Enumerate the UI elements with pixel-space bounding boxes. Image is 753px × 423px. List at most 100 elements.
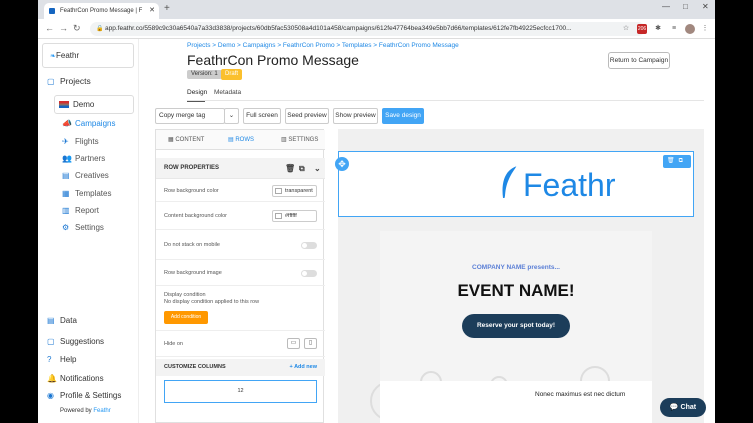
header-divider xyxy=(187,100,704,101)
minimize-icon[interactable]: — xyxy=(662,2,670,11)
merge-tag-select[interactable]: Copy merge tag xyxy=(155,108,225,124)
bookmark-star-icon[interactable]: ☆ xyxy=(621,24,631,34)
status-badge: Draft xyxy=(221,69,243,80)
panel-tabs: ▦ CONTENT ▤ ROWS ▥ SETTINGS xyxy=(156,130,325,150)
feather-icon xyxy=(502,165,518,199)
close-window-icon[interactable]: ✕ xyxy=(702,2,709,11)
tab-rows[interactable]: ▤ ROWS xyxy=(228,130,254,150)
chevron-down-icon[interactable]: ⌄ xyxy=(224,108,239,124)
sidebar-item-creatives[interactable]: ▤ Creatives xyxy=(62,171,109,180)
color-swatch[interactable] xyxy=(275,213,282,219)
no-stack-row: Do not stack on mobile xyxy=(156,230,325,260)
sidebar-item-partners[interactable]: 👥 Partners xyxy=(62,154,105,163)
company-line[interactable]: COMPANY NAME presents... xyxy=(380,264,652,271)
row-bg-image-toggle[interactable] xyxy=(301,270,317,277)
chat-button[interactable]: 💬 Chat xyxy=(660,398,706,417)
address-bar-row: ← → ↻ 🔒 app.feathr.co/5589c9c30a6540a7a3… xyxy=(38,19,715,39)
tab-content[interactable]: ▦ CONTENT xyxy=(168,130,204,150)
sidebar-item-label: Suggestions xyxy=(60,337,105,346)
sidebar-item-report[interactable]: ▥ Report xyxy=(62,206,99,215)
project-selector[interactable]: Demo xyxy=(54,95,134,114)
email-logo-text: Feathr xyxy=(523,167,616,203)
customize-columns-title: CUSTOMIZE COLUMNS xyxy=(164,364,226,370)
sidebar-item-label: Settings xyxy=(75,223,104,232)
save-design-button[interactable]: Save design xyxy=(382,108,424,124)
browser-tab-title: FeathrCon Promo Message | F xyxy=(60,8,143,14)
sidebar-item-data[interactable]: ▤ Data xyxy=(47,316,77,325)
tab-label: ROWS xyxy=(235,137,255,143)
sidebar-item-templates[interactable]: ▦ Templates xyxy=(62,189,111,198)
event-name[interactable]: EVENT NAME! xyxy=(380,281,652,301)
report-icon: ▥ xyxy=(62,206,70,215)
email-body: COMPANY NAME presents... EVENT NAME! Res… xyxy=(370,231,652,423)
trash-icon[interactable]: 🗑 xyxy=(667,158,679,164)
sidebar-item-settings[interactable]: ⚙ Settings xyxy=(62,223,104,232)
column-box[interactable]: 12 xyxy=(164,380,317,403)
seed-preview-button[interactable]: Seed preview xyxy=(285,108,329,124)
url-field[interactable]: 🔒 app.feathr.co/5589c9c30a6540a7a33d3838… xyxy=(90,22,645,36)
row-bg-color-label: Row background color xyxy=(164,188,219,194)
menu-kebab-icon[interactable]: ⋮ xyxy=(700,24,710,34)
duplicate-icon[interactable]: ⧉ xyxy=(679,158,687,164)
add-condition-button[interactable]: Add condition xyxy=(164,311,208,324)
sidebar-item-help[interactable]: ? Help xyxy=(47,355,76,364)
tab-design[interactable]: Design xyxy=(187,89,207,102)
maximize-icon[interactable]: □ xyxy=(683,2,688,11)
no-stack-toggle[interactable] xyxy=(301,242,317,249)
sidebar-item-campaigns[interactable]: 📣 Campaigns xyxy=(62,119,115,128)
row-bg-color-row: Row background color transparent xyxy=(156,180,325,202)
row-bg-image-row: Row background image xyxy=(156,260,325,286)
fullscreen-button[interactable]: Full screen xyxy=(243,108,281,124)
profile-icon: ◉ xyxy=(47,391,54,400)
extensions-icon[interactable]: ✱ xyxy=(653,24,663,34)
desktop-icon[interactable]: ▭ xyxy=(287,338,300,349)
content-bg-color-input[interactable]: #ffffff xyxy=(272,210,317,222)
email-logo[interactable]: Feathr xyxy=(499,164,615,206)
body-text: Nonec maximus est nec dictum xyxy=(535,391,626,398)
duplicate-icon[interactable]: ⧉ xyxy=(299,158,305,179)
mobile-icon[interactable]: ▯ xyxy=(304,338,317,349)
version-badge: Version: 1 xyxy=(187,70,222,79)
email-canvas: Feathr 🗑⧉ ✥ COMPANY NAME presents... EVE… xyxy=(335,129,704,423)
breadcrumb[interactable]: Projects > Demo > Campaigns > FeathrCon … xyxy=(187,42,459,49)
avatar[interactable] xyxy=(685,24,695,34)
display-condition-note: No display condition applied to this row xyxy=(164,299,260,305)
back-icon[interactable]: ← xyxy=(45,23,54,33)
tab-metadata[interactable]: Metadata xyxy=(214,89,241,96)
sidebar-item-projects[interactable]: ▢ Projects xyxy=(47,76,91,86)
reload-icon[interactable]: ↻ xyxy=(73,23,81,34)
selected-row[interactable]: Feathr 🗑⧉ xyxy=(338,151,694,217)
trash-icon[interactable]: 🗑 xyxy=(285,158,295,179)
sidebar-item-notifications[interactable]: 🔔 Notifications xyxy=(47,374,104,383)
sidebar: ❧ Feathr ▢ Projects Demo 📣 Campaigns ✈ Flig… xyxy=(38,39,139,423)
display-condition-label: Display condition xyxy=(164,292,206,298)
sidebar-item-suggestions[interactable]: ▢ Suggestions xyxy=(47,337,104,346)
show-preview-button[interactable]: Show preview xyxy=(333,108,378,124)
browser-tab[interactable]: FeathrCon Promo Message | F ✕ xyxy=(44,3,159,19)
chevron-down-icon[interactable]: ⌄ xyxy=(314,158,321,179)
row-toolbar[interactable]: 🗑⧉ xyxy=(663,155,691,168)
sidebar-item-label: Help xyxy=(60,355,77,364)
gear-icon: ⚙ xyxy=(62,223,70,232)
media-icon[interactable]: ≡ xyxy=(669,24,679,34)
sidebar-item-profile[interactable]: ◉ Profile & Settings xyxy=(47,391,121,400)
tab-label: CONTENT xyxy=(175,137,205,143)
forward-icon[interactable]: → xyxy=(59,23,68,33)
text-block[interactable]: Nonec maximus est nec dictum xyxy=(380,381,652,423)
color-swatch[interactable] xyxy=(275,188,282,194)
tab-settings[interactable]: ▥ SETTINGS xyxy=(281,130,318,150)
close-tab-icon[interactable]: ✕ xyxy=(149,3,155,19)
sidebar-item-flights[interactable]: ✈ Flights xyxy=(62,137,99,146)
add-column-button[interactable]: + Add new xyxy=(290,359,317,376)
new-tab-icon[interactable]: + xyxy=(164,3,170,14)
suggestion-icon: ▢ xyxy=(47,337,55,346)
content-bg-color-label: Content background color xyxy=(164,213,227,219)
reserve-button[interactable]: Reserve your spot today! xyxy=(462,314,570,338)
extension-badge[interactable]: 206 xyxy=(637,24,647,34)
return-to-campaign-button[interactable]: Return to Campaign xyxy=(608,52,670,69)
feathr-logo[interactable]: ❧ Feathr xyxy=(42,43,134,68)
row-bg-color-input[interactable]: transparent xyxy=(272,185,317,197)
content-bg-color-value: #ffffff xyxy=(285,213,297,219)
move-row-handle-icon[interactable]: ✥ xyxy=(335,157,349,171)
page-title: FeathrCon Promo Message xyxy=(187,52,359,68)
